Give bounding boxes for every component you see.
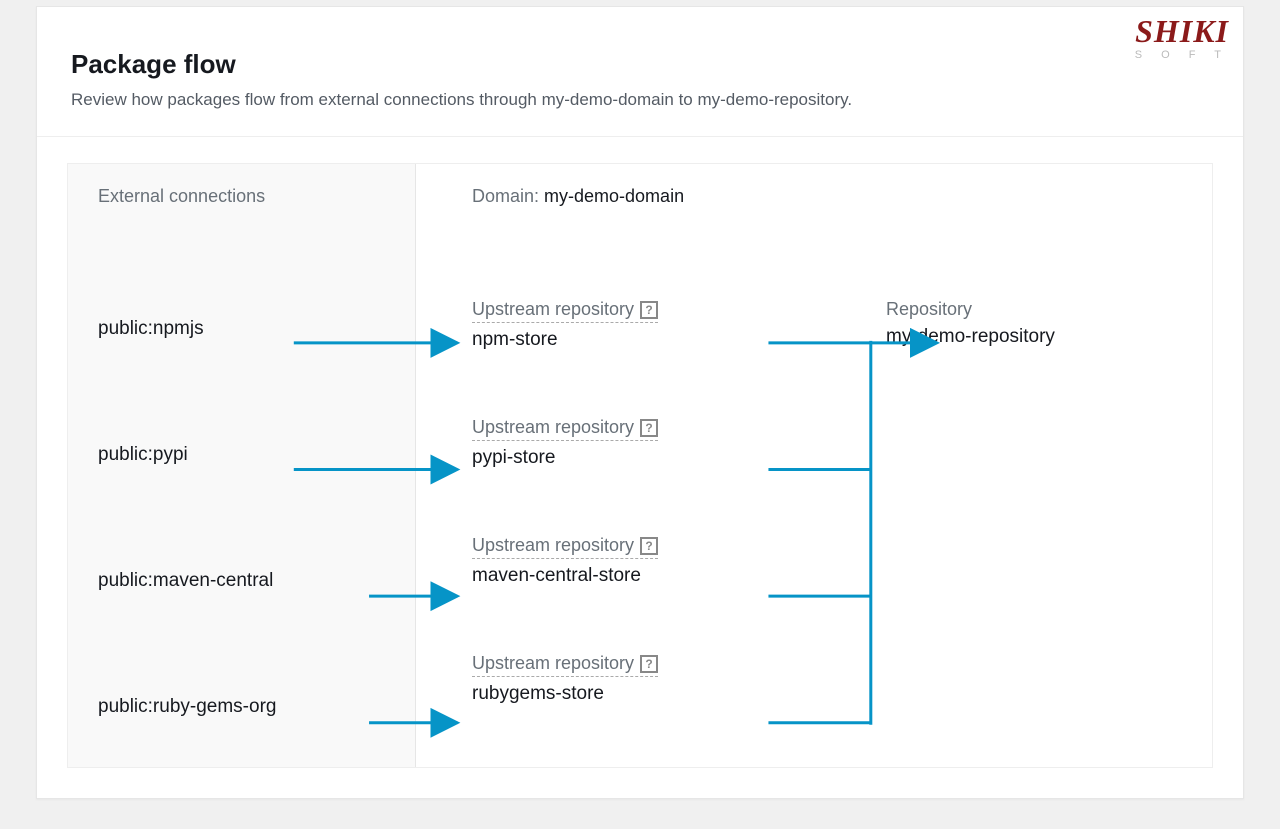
brand-logo-text: SHIKI — [1135, 15, 1229, 47]
upstream-label: Upstream repository ? — [472, 299, 658, 323]
external-name: public:pypi — [98, 444, 385, 466]
external-row: public:ruby-gems-org — [98, 677, 385, 737]
panel: SHIKI S O F T Package flow Review how pa… — [36, 6, 1244, 799]
upstream-label-text: Upstream repository — [472, 417, 634, 438]
external-column-header: External connections — [98, 186, 385, 207]
upstream-label: Upstream repository ? — [472, 653, 658, 677]
upstream-block: Upstream repository ? maven-central-stor… — [472, 535, 856, 587]
external-row: public:npmjs — [98, 299, 385, 359]
external-name: public:npmjs — [98, 318, 385, 340]
external-name: public:ruby-gems-org — [98, 696, 385, 718]
upstream-label-text: Upstream repository — [472, 653, 634, 674]
repository-value: my-demo-repository — [886, 326, 1192, 348]
upstream-block: Upstream repository ? pypi-store — [472, 417, 856, 469]
repository-label: Repository — [886, 299, 1192, 320]
domain-column: Domain: my-demo-domain Upstream reposito… — [416, 164, 886, 767]
upstream-value: rubygems-store — [472, 683, 856, 705]
brand-logo-subtext: S O F T — [1135, 49, 1229, 61]
upstream-block: Upstream repository ? rubygems-store — [472, 653, 856, 705]
external-row: public:pypi — [98, 425, 385, 485]
domain-value: my-demo-domain — [544, 186, 684, 206]
help-icon[interactable]: ? — [640, 301, 658, 319]
upstream-label: Upstream repository ? — [472, 417, 658, 441]
repository-column: . Repository my-demo-repository — [886, 164, 1212, 767]
external-row: public:maven-central — [98, 551, 385, 611]
help-icon[interactable]: ? — [640, 537, 658, 555]
page-title: Package flow — [71, 49, 1209, 80]
help-icon[interactable]: ? — [640, 419, 658, 437]
domain-column-header: Domain: my-demo-domain — [472, 186, 856, 207]
upstream-block: Upstream repository ? npm-store — [472, 299, 856, 351]
page-subtitle: Review how packages flow from external c… — [71, 90, 1209, 110]
flow-area: External connections public:npmjs public… — [37, 137, 1243, 798]
upstream-label: Upstream repository ? — [472, 535, 658, 559]
brand-logo: SHIKI S O F T — [1135, 15, 1229, 61]
flow-grid: External connections public:npmjs public… — [67, 163, 1213, 768]
repository-block: Repository my-demo-repository — [886, 299, 1192, 348]
help-icon[interactable]: ? — [640, 655, 658, 673]
external-name: public:maven-central — [98, 570, 385, 592]
external-column: External connections public:npmjs public… — [68, 164, 416, 767]
upstream-value: pypi-store — [472, 447, 856, 469]
upstream-label-text: Upstream repository — [472, 299, 634, 320]
upstream-value: npm-store — [472, 329, 856, 351]
upstream-label-text: Upstream repository — [472, 535, 634, 556]
domain-label: Domain: — [472, 186, 544, 206]
upstream-value: maven-central-store — [472, 565, 856, 587]
header: Package flow Review how packages flow fr… — [37, 7, 1243, 137]
